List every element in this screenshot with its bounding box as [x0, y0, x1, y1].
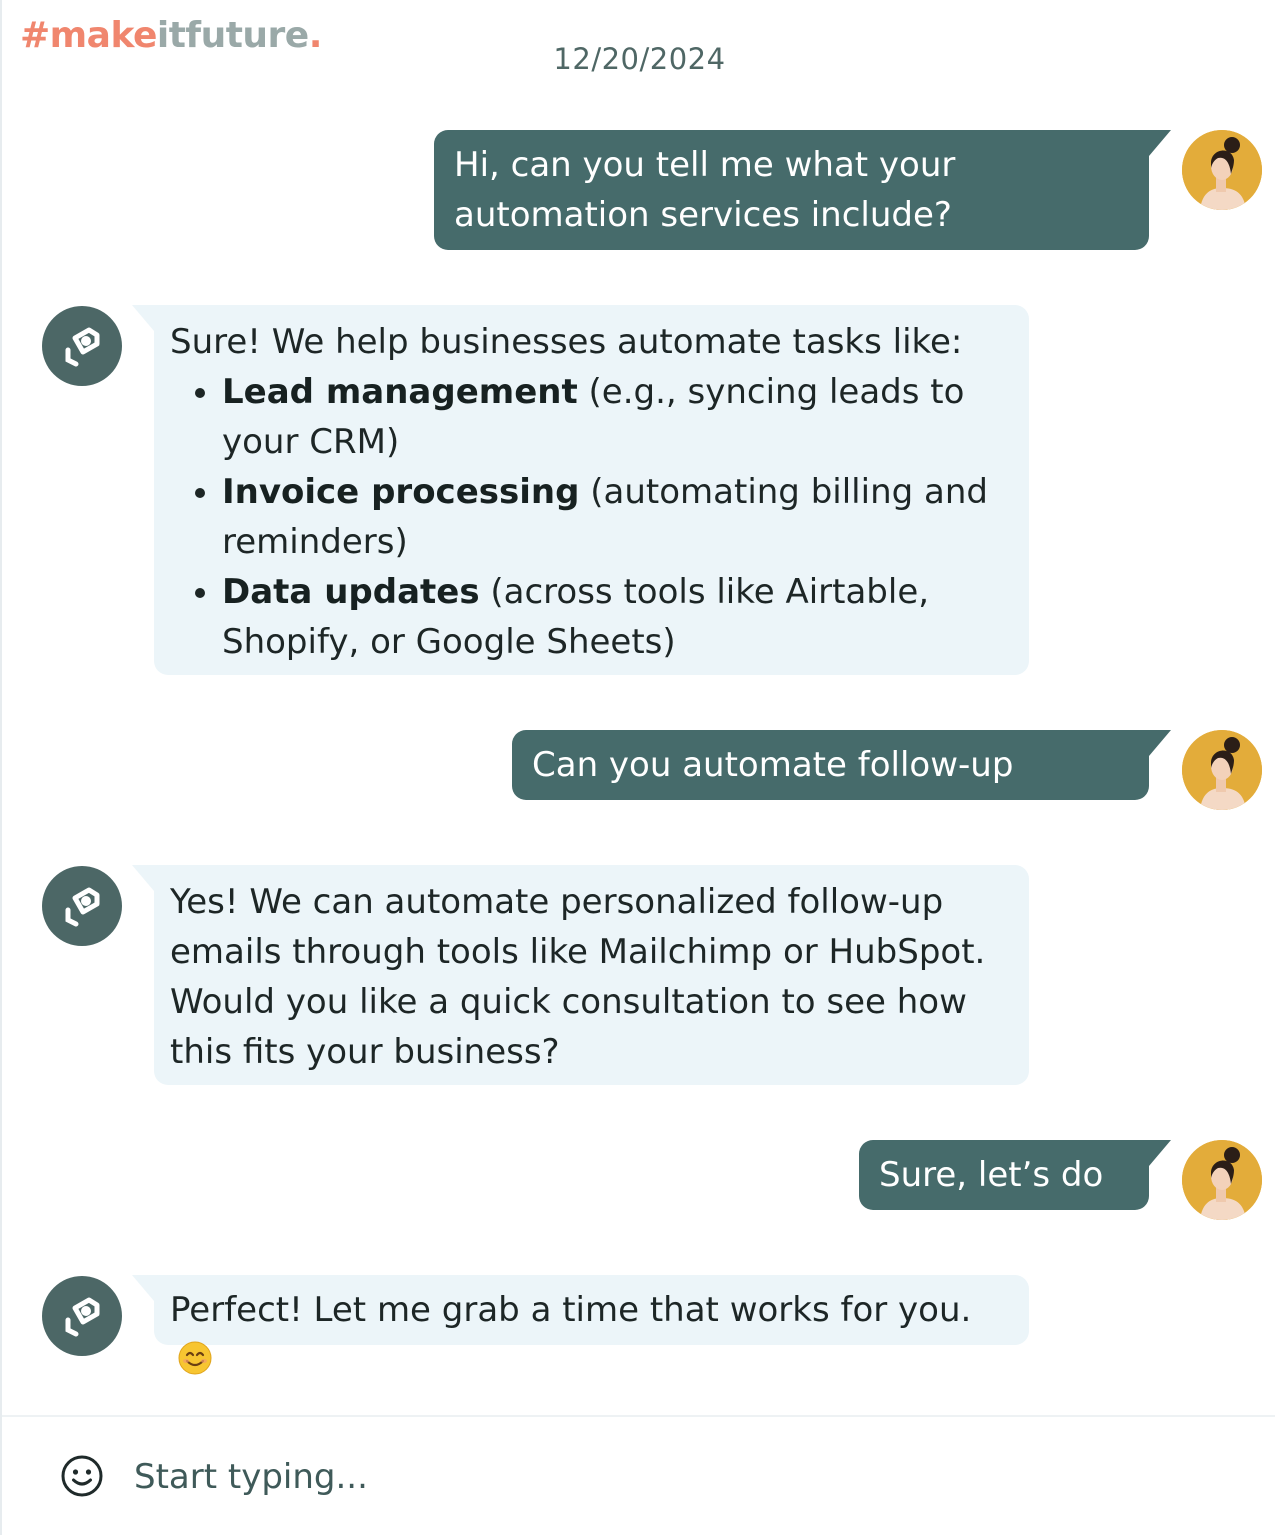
- bot-avatar: [42, 306, 122, 386]
- chat-window: #makeitfuture. 12/20/2024 Hi, can you te…: [0, 0, 1275, 1535]
- user-message-text: Sure, let’s do it.: [879, 1155, 1104, 1245]
- user-message: Hi, can you tell me what your automation…: [434, 130, 1171, 250]
- bubble-tail: [132, 1275, 154, 1301]
- emoji-picker-button[interactable]: [60, 1454, 104, 1498]
- user-avatar: [1182, 730, 1262, 810]
- list-item-title: Data updates: [222, 572, 480, 612]
- user-avatar: [1182, 130, 1262, 210]
- list-item-title: Invoice processing: [222, 472, 580, 512]
- list-item: Lead management (e.g., syncing leads to …: [222, 367, 1011, 467]
- user-avatar-icon: [1182, 130, 1262, 210]
- user-message-text: Can you automate follow-up emails?: [532, 745, 1014, 835]
- bot-message-text: Perfect! Let me grab a time that works f…: [170, 1290, 972, 1330]
- smiley-face-icon: [61, 1455, 103, 1497]
- list-item: Data updates (across tools like Airtable…: [222, 567, 1011, 667]
- message-input[interactable]: [132, 1450, 1236, 1504]
- list-item-title: Lead management: [222, 372, 578, 412]
- bot-message: Sure! We help businesses automate tasks …: [132, 305, 1029, 675]
- bubble-tail: [132, 305, 154, 331]
- user-avatar-icon: [1182, 730, 1262, 810]
- user-message-text: Hi, can you tell me what your automation…: [454, 145, 956, 235]
- bot-message-text: Yes! We can automate personalized follow…: [170, 882, 986, 1072]
- bot-logo-icon: [65, 887, 100, 927]
- bubble-tail: [1149, 130, 1171, 156]
- bubble-tail: [132, 865, 154, 891]
- user-message: Sure, let’s do it.: [859, 1140, 1171, 1245]
- list-item: Invoice processing (automating billing a…: [222, 467, 1011, 567]
- user-avatar: [1182, 1140, 1262, 1220]
- chat-date: 12/20/2024: [553, 42, 726, 76]
- bot-logo-icon: [65, 1297, 100, 1337]
- bubble-tail: [1149, 1140, 1171, 1166]
- bot-logo-icon: [65, 327, 100, 367]
- user-message: Can you automate follow-up emails?: [512, 730, 1171, 835]
- bot-message-list: Lead management (e.g., syncing leads to …: [170, 367, 1011, 667]
- user-avatar-icon: [1182, 1140, 1262, 1220]
- smiling-face-emoji-icon: [178, 1341, 212, 1374]
- bot-avatar: [42, 1276, 122, 1356]
- bubble-tail: [1149, 730, 1171, 756]
- bot-message: Yes! We can automate personalized follow…: [132, 865, 1029, 1085]
- bot-message-intro: Sure! We help businesses automate tasks …: [170, 322, 963, 362]
- bot-avatar: [42, 866, 122, 946]
- bot-message: Perfect! Let me grab a time that works f…: [132, 1275, 1029, 1374]
